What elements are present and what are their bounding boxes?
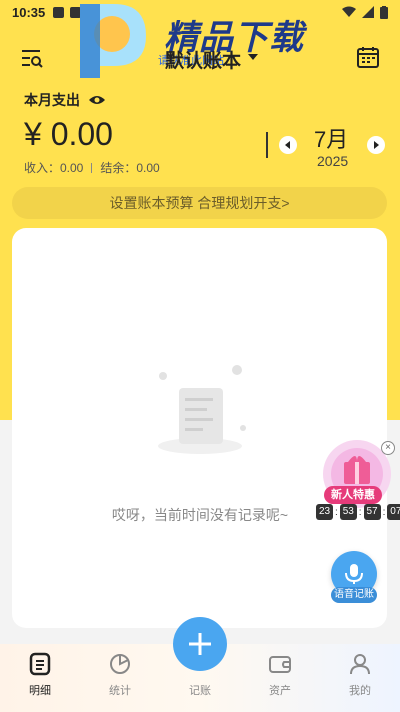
budget-tip-button[interactable]: 设置账本预算 合理规划开支> <box>12 187 387 219</box>
countdown-colon: : <box>358 506 362 518</box>
tab-detail[interactable]: 明细 <box>10 652 70 702</box>
status-icons <box>342 5 388 19</box>
spend-label: 本月支出 <box>24 92 80 108</box>
tab-assets[interactable]: 资产 <box>250 652 310 702</box>
detail-icon <box>29 652 51 676</box>
chevron-left-icon <box>285 141 290 149</box>
prev-month-button[interactable] <box>279 136 297 154</box>
income-value: 收入：0.00 <box>24 161 84 175</box>
battery-icon <box>380 5 388 19</box>
signal-icon <box>362 6 374 18</box>
calendar-icon[interactable] <box>356 45 380 69</box>
chevron-down-icon[interactable] <box>248 54 258 60</box>
tab-label: 我的 <box>349 685 371 697</box>
add-record-button[interactable] <box>173 617 227 671</box>
tab-label: 统计 <box>109 685 131 697</box>
ledger-name[interactable]: 默认账本 <box>165 46 241 73</box>
balance-value: 结余：0.00 <box>100 161 160 175</box>
countdown-centiseconds: 07 <box>387 504 400 520</box>
tab-label: 记账 <box>189 685 211 697</box>
eye-icon[interactable] <box>88 94 106 106</box>
header: 默认账本 <box>0 40 400 76</box>
microphone-icon <box>345 564 363 584</box>
next-month-button[interactable] <box>367 136 385 154</box>
plus-icon <box>189 633 211 655</box>
tab-statistics[interactable]: 统计 <box>90 652 150 702</box>
countdown-hours: 23 <box>316 504 333 520</box>
countdown-colon: : <box>382 506 386 518</box>
close-icon[interactable]: × <box>381 441 395 455</box>
empty-records-icon <box>158 365 246 454</box>
tab-label: 资产 <box>269 685 291 697</box>
divider <box>266 132 268 158</box>
wifi-icon <box>342 6 356 17</box>
user-icon <box>350 654 370 675</box>
wallet-icon <box>269 656 291 673</box>
status-time: 10:35 <box>12 4 46 20</box>
chevron-right-icon <box>374 141 379 149</box>
promo-label[interactable]: 新人特惠 <box>324 486 382 504</box>
menu-search-icon[interactable] <box>20 46 44 70</box>
voice-record-label[interactable]: 语音记账 <box>331 587 377 603</box>
pie-chart-icon <box>110 654 130 674</box>
year-label: 2025 <box>317 153 349 169</box>
countdown-colon: : <box>335 506 338 518</box>
spend-label-row: 本月支出 <box>24 90 384 110</box>
divider <box>91 162 93 173</box>
promo-countdown: 23 : 53 : 57 : 07 <box>316 504 400 520</box>
tab-profile[interactable]: 我的 <box>330 652 390 702</box>
month-label[interactable]: 7月 <box>314 122 348 154</box>
countdown-seconds: 57 <box>363 504 381 520</box>
tab-label: 明细 <box>29 685 51 697</box>
notification-icon <box>53 6 65 18</box>
countdown-minutes: 53 <box>339 504 357 520</box>
